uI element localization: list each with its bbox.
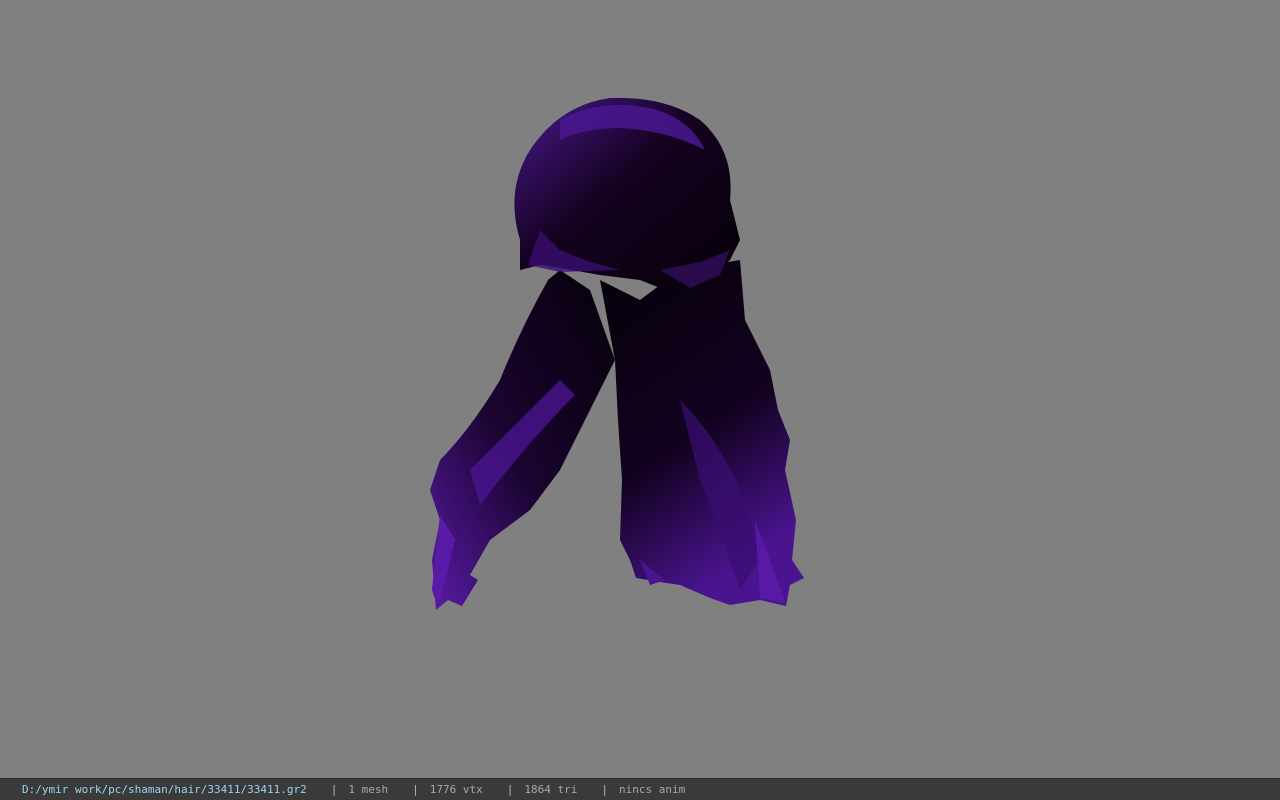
file-path-label: D:/ymir work/pc/shaman/hair/33411/33411.…	[22, 783, 307, 796]
status-separator: |	[330, 783, 338, 796]
3d-viewport[interactable]	[0, 0, 1280, 778]
vertex-count-label: 1776 vtx	[429, 783, 483, 796]
triangle-count-label: 1864 tri	[524, 783, 578, 796]
status-separator: |	[412, 783, 419, 796]
status-separator: |	[506, 783, 514, 796]
status-separator: |	[601, 783, 608, 796]
mesh-count-label: 1 mesh	[348, 783, 389, 796]
hair-model-render	[430, 97, 804, 610]
status-bar: D:/ymir work/pc/shaman/hair/33411/33411.…	[0, 778, 1280, 800]
animation-status-label: nincs anim	[619, 783, 686, 796]
